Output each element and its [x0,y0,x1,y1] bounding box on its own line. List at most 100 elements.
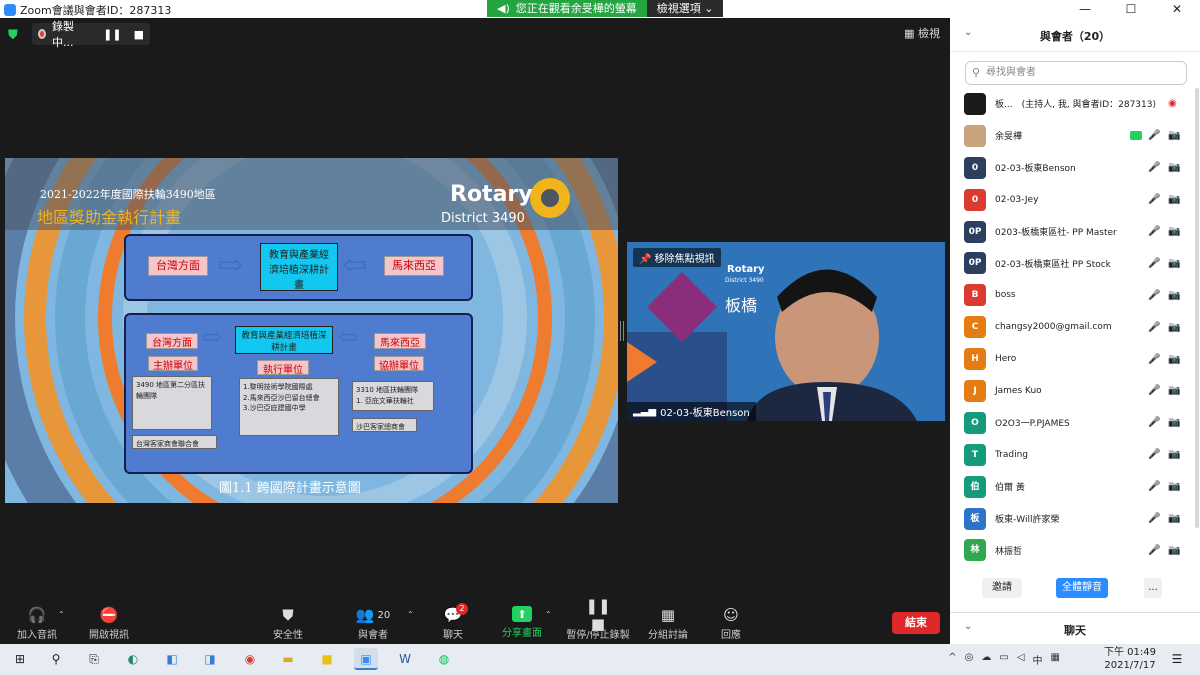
remove-spotlight-button[interactable]: 📌 移除焦點視訊 [633,248,721,267]
tray-camera-icon[interactable]: ◎ [965,652,974,667]
notification-icon[interactable]: ☰ [1165,648,1189,670]
video-off-icon[interactable]: 📷 [1168,226,1180,237]
video-icon[interactable]: 📷 [1168,322,1180,333]
view-options-button[interactable]: 檢視選項 ⌄ [646,0,724,17]
chat-button[interactable]: 💬 2 聊天 [436,603,470,641]
video-icon[interactable]: 📷 [1168,449,1180,460]
splitter-handle[interactable] [620,321,624,341]
participant-row[interactable]: 板板東-Will許家榮 🎤 📷 [950,503,1196,535]
video-icon[interactable]: 📷 [1168,258,1180,269]
onedrive-icon[interactable]: ☁ [981,652,991,667]
stop-recording-icon[interactable]: ■ [134,28,144,41]
video-icon[interactable]: 📷 [1168,481,1180,492]
participant-row[interactable]: 0 02-03-板東Benson 🎤 📷 [950,152,1196,184]
search-taskbar-icon[interactable]: ⚲ [44,648,68,670]
mic-muted-icon[interactable]: 🎤 [1148,545,1160,556]
participant-row[interactable]: Cchangsy2000@gmail.com 🎤 📷 [950,311,1196,343]
video-off-icon[interactable]: 📷 [1168,354,1180,365]
maximize-button[interactable]: ☐ [1108,0,1154,18]
volume-icon[interactable]: ◁ [1017,652,1025,667]
network-icon[interactable]: ▭ [999,652,1008,667]
speaker-video[interactable]: Rotary District 3490 板橋 📌 移除焦點視訊 ▂▃▅ 02-… [627,242,945,421]
video-icon[interactable]: 📷 [1168,194,1180,205]
taskbar-clock[interactable]: 下午 01:49 2021/7/17 [1104,646,1156,672]
end-meeting-button[interactable]: 結束 [892,612,940,634]
video-icon[interactable]: 📷 [1168,162,1180,173]
app-icon-2[interactable]: ◨ [198,648,222,670]
mic-muted-icon[interactable]: 🎤 [1148,481,1160,492]
security-shield-icon[interactable]: ⛊ [8,28,22,43]
participant-row[interactable]: J James Kuo 🎤 📷 [950,375,1196,407]
participants-button[interactable]: 👥 20 與會者 [348,606,398,641]
mic-muted-icon[interactable]: 🎤 [1148,258,1160,269]
video-off-icon[interactable]: 📷 [1168,385,1180,396]
sticky-notes-icon[interactable]: ■ [315,648,339,670]
share-screen-button[interactable]: ⬆ 分享畫面 [500,606,544,639]
participant-row[interactable]: 林林振哲 🎤 📷 [950,534,1196,566]
keyboard-icon[interactable]: ▦ [1051,652,1060,667]
participant-row[interactable]: 0P 02-03-板橋東區社 PP Stock 🎤 📷 [950,247,1196,279]
participant-row[interactable]: 0 02-03-Jey 🎤 📷 [950,184,1196,216]
recording-icon[interactable]: ◉ [1168,98,1177,109]
mute-all-button[interactable]: 全體靜音 [1056,578,1108,598]
input-method-icon[interactable]: 中 [1033,652,1043,667]
edge-icon[interactable]: ◐ [121,648,145,670]
pause-recording-icon[interactable]: ❚❚ [103,28,121,41]
participant-row[interactable]: T Trading 🎤 📷 [950,439,1196,471]
security-button[interactable]: ⛊ 安全性 [265,606,311,641]
panel-scrollbar[interactable] [1195,88,1199,528]
audio-options-caret[interactable]: ⌃ [58,610,65,619]
video-off-icon[interactable]: 📷 [1168,545,1180,556]
tray-up-icon[interactable]: ^ [948,652,956,667]
video-icon[interactable]: 📷 [1168,290,1180,301]
mic-icon[interactable]: 🎤 [1148,130,1160,141]
start-icon[interactable]: ⊞ [8,648,32,670]
participant-row[interactable]: 板... (主持人, 我, 與會者ID：287313) ◉ [950,88,1196,120]
mic-muted-icon[interactable]: 🎤 [1148,194,1160,205]
task-view-icon[interactable]: ⎘ [82,648,106,670]
video-icon[interactable]: 📷 [1168,513,1180,524]
mic-muted-icon[interactable]: 🎤 [1148,417,1160,428]
participant-search-input[interactable]: ⚲ 尋找與會者 [965,61,1187,85]
participant-row[interactable]: 0P 0203-板橋東區社- PP Master 🎤 📷 [950,216,1196,248]
participant-name: 0203-板橋東區社- PP Master [995,228,1117,238]
mic-muted-icon[interactable]: 🎤 [1148,290,1160,301]
zoom-taskbar-icon[interactable]: ▣ [354,648,378,670]
join-audio-button[interactable]: 🎧 加入音訊 [14,606,60,641]
participant-row[interactable]: H Hero 🎤 📷 [950,343,1196,375]
close-button[interactable]: ✕ [1154,0,1200,18]
record-control-button[interactable]: ❚❚ ■ 暫停/停止錄製 [564,597,632,641]
view-button[interactable]: ▦ 檢視 [904,25,940,41]
mic-muted-icon[interactable]: 🎤 [1148,513,1160,524]
mic-muted-icon[interactable]: 🎤 [1148,385,1160,396]
mic-muted-icon[interactable]: 🎤 [1148,226,1160,237]
participant-row[interactable]: Bboss 🎤 📷 [950,279,1196,311]
line-icon[interactable]: ◍ [432,648,456,670]
participant-row[interactable]: O O2O3一P.PJAMES 🎤 📷 [950,407,1196,439]
participant-row[interactable]: 余旻樺 🎤 📷 [950,120,1196,152]
file-explorer-icon[interactable]: ▬ [276,648,300,670]
participants-options-caret[interactable]: ⌃ [407,610,414,619]
arrow-left-icon: ⇦ [342,248,368,283]
video-icon[interactable]: 📷 [1168,417,1180,428]
breakout-rooms-button[interactable]: ▦ 分組討論 [646,606,690,641]
start-video-button[interactable]: ⛔ 開啟視訊 [86,606,132,641]
share-options-caret[interactable]: ⌃ [545,610,552,619]
co-sub: 沙巴客家總商會 [352,418,417,432]
zoom-icon [4,4,16,16]
box1-right-label: 馬來西亞 [384,256,444,276]
minimize-button[interactable]: — [1062,0,1108,18]
participant-row[interactable]: 伯伯爾 黃 🎤 📷 [950,471,1196,503]
video-off-icon[interactable]: 📷 [1168,130,1180,141]
mic-icon[interactable]: 🎤 [1148,162,1160,173]
word-icon[interactable]: W [393,648,417,670]
more-button[interactable]: ... [1144,578,1162,598]
sharing-icon [1130,131,1142,141]
invite-button[interactable]: 邀請 [982,578,1022,598]
mic-muted-icon[interactable]: 🎤 [1148,354,1160,365]
mic-muted-icon[interactable]: 🎤 [1148,449,1160,460]
mic-muted-icon[interactable]: 🎤 [1148,322,1160,333]
app-icon-1[interactable]: ◧ [160,648,184,670]
chrome-icon[interactable]: ◉ [238,648,262,670]
reactions-button[interactable]: ☺ 回應 [714,606,748,641]
